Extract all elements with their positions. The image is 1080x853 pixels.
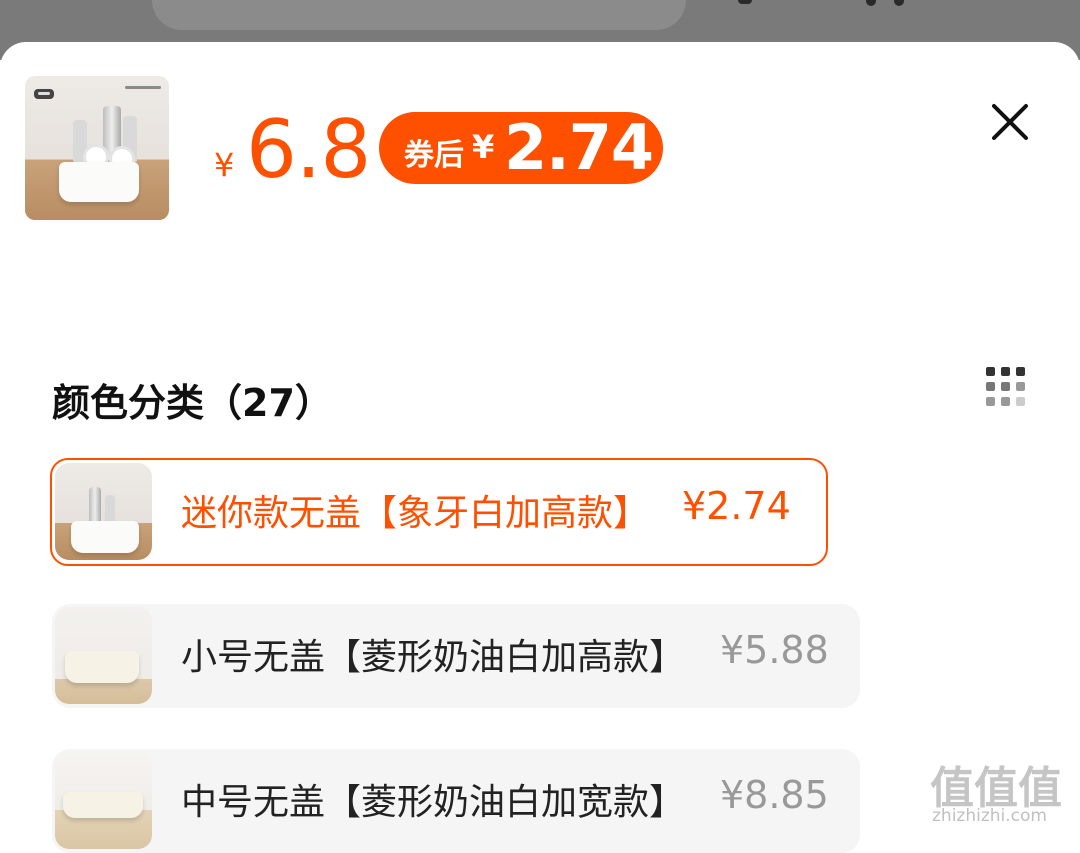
- site-watermark: 值值值 zhizhizhi.com: [930, 752, 1076, 830]
- sku-option-label: 迷你款无盖【象牙白加高款】: [181, 493, 650, 534]
- coupon-label: 券后: [404, 138, 464, 173]
- close-button[interactable]: [984, 96, 1036, 148]
- background-search-bar: [152, 0, 686, 30]
- sku-selection-sheet: ¥ 6.8 券后 ¥ 2.74 颜色分类（27） 迷你款无盖【象牙白加高款】 ¥…: [0, 42, 1080, 853]
- background-icon: [738, 0, 752, 4]
- product-thumbnail[interactable]: [25, 76, 169, 220]
- storage-box-shape: [71, 521, 139, 553]
- sku-option[interactable]: 小号无盖【菱形奶油白加高款】 ¥5.88: [52, 604, 860, 708]
- coupon-price-badge: 券后 ¥ 2.74: [379, 112, 663, 184]
- coupon-currency: ¥: [472, 128, 495, 166]
- sku-option[interactable]: 中号无盖【菱形奶油白加宽款】 ¥8.85: [52, 749, 860, 853]
- sku-option-price: ¥5.88: [720, 628, 829, 672]
- background-more-icon: [866, 0, 904, 6]
- thumbnail-caption: [125, 86, 161, 89]
- sku-option-image: [55, 463, 152, 560]
- coupon-price: 2.74: [504, 111, 654, 184]
- sku-option-label: 小号无盖【菱形奶油白加高款】: [181, 637, 686, 678]
- storage-box-shape: [59, 162, 139, 202]
- price-currency: ¥: [214, 146, 235, 184]
- watermark-domain: zhizhizhi.com: [932, 806, 1047, 826]
- storage-box-shape: [63, 792, 143, 818]
- close-icon: [992, 104, 1028, 140]
- sku-option[interactable]: 迷你款无盖【象牙白加高款】 ¥2.74: [50, 458, 828, 566]
- sku-option-price: ¥2.74: [682, 484, 791, 528]
- sku-option-image: [55, 752, 152, 849]
- section-title: 颜色分类（27）: [52, 381, 333, 425]
- thumbnail-tag: [34, 89, 54, 99]
- product-price: 6.8: [246, 103, 371, 196]
- bottle-shape: [89, 487, 101, 525]
- sku-option-label: 中号无盖【菱形奶油白加宽款】: [181, 782, 686, 823]
- sku-option-image: [55, 607, 152, 704]
- grid-view-toggle[interactable]: [986, 367, 1026, 407]
- sku-option-price: ¥8.85: [720, 773, 829, 817]
- storage-box-shape: [65, 651, 139, 683]
